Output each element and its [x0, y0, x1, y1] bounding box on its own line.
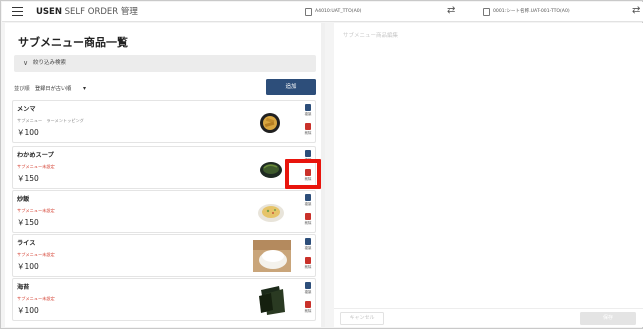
- filter-toggle[interactable]: ∨ 絞り込み検索: [14, 55, 316, 72]
- sort-select[interactable]: 登録日が古い順 ▾: [35, 83, 91, 94]
- delete-label: 削除: [304, 221, 312, 225]
- copy-icon: [305, 104, 311, 111]
- delete-button[interactable]: 削除: [301, 213, 315, 229]
- app-window: USEN SELF ORDER 管理 A4010:UAT_TTO(A0) ⇄ 0…: [0, 0, 643, 329]
- item-price: ￥100: [17, 306, 39, 315]
- sort-label: 並び順: [14, 86, 30, 92]
- copy-button[interactable]: 複製: [301, 104, 315, 120]
- item-name: わかめスープ: [17, 152, 54, 159]
- list-item[interactable]: 海苔 サブメニュー未設定 ￥100 複製 削除: [12, 278, 316, 321]
- filter-label: 絞り込み検索: [33, 60, 67, 66]
- delete-button[interactable]: 削除: [301, 301, 315, 317]
- copy-label: 複製: [304, 202, 312, 206]
- copy-button[interactable]: 複製: [301, 194, 315, 210]
- trash-icon: [305, 213, 311, 220]
- list-item[interactable]: ライス サブメニュー未設定 ￥100 複製 削除: [12, 234, 316, 277]
- list-item[interactable]: メンマ サブメニュー ラーメントッピング ￥100 複製 削除: [12, 100, 316, 143]
- delete-button[interactable]: 削除: [301, 123, 315, 139]
- seat-icon: [483, 8, 490, 16]
- item-name: 炒飯: [17, 196, 30, 203]
- swap-seat-icon[interactable]: ⇄: [632, 5, 640, 17]
- rice-bowl-image: [253, 240, 291, 272]
- item-submenu: サブメニュー ラーメントッピング: [17, 118, 84, 123]
- item-submenu: サブメニュー未設定: [17, 296, 55, 301]
- delete-highlight-box: [285, 159, 321, 189]
- list-item[interactable]: わかめスープ サブメニュー未設定 ￥150 複製 削除: [12, 146, 316, 189]
- add-button[interactable]: 追加: [266, 79, 316, 95]
- delete-label: 削除: [304, 309, 312, 313]
- item-price: ￥150: [17, 174, 39, 183]
- save-button[interactable]: 保存: [580, 312, 636, 325]
- trash-icon: [305, 123, 311, 130]
- copy-label: 複製: [304, 246, 312, 250]
- brand-subtitle: SELF ORDER 管理: [61, 7, 138, 17]
- item-price: ￥100: [17, 262, 39, 271]
- seat-selector[interactable]: 0001:シート名称.UAT-001-TTO(A0): [493, 8, 570, 16]
- list-item[interactable]: 炒飯 サブメニュー未設定 ￥150 複製 削除: [12, 190, 316, 233]
- copy-icon: [305, 238, 311, 245]
- submenu-list-panel: サブメニュー商品一覧 ∨ 絞り込み検索 並び順 登録日が古い順 ▾ 追加 メンマ…: [5, 23, 321, 327]
- menma-bowl-image: [257, 111, 283, 135]
- copy-button[interactable]: 複製: [301, 238, 315, 254]
- trash-icon: [305, 301, 311, 308]
- editor-footer: キャンセル 保存: [334, 308, 643, 327]
- trash-icon: [305, 257, 311, 264]
- submenu-edit-panel: サブメニュー商品編集 キャンセル 保存: [334, 23, 643, 327]
- chevron-down-icon: ∨: [23, 59, 29, 67]
- store-icon: [305, 8, 312, 16]
- store-selector[interactable]: A4010:UAT_TTO(A0): [315, 8, 361, 16]
- item-name: メンマ: [17, 106, 36, 113]
- copy-label: 複製: [304, 290, 312, 294]
- caret-down-icon: ▾: [83, 85, 87, 92]
- wakame-soup-image: [259, 159, 283, 179]
- item-submenu: サブメニュー未設定: [17, 252, 55, 257]
- sort-value: 登録日が古い順: [35, 86, 72, 92]
- copy-icon: [305, 150, 311, 157]
- copy-icon: [305, 282, 311, 289]
- nori-sheets-image: [257, 284, 287, 316]
- item-price: ￥150: [17, 218, 39, 227]
- delete-button[interactable]: 削除: [301, 257, 315, 273]
- copy-icon: [305, 194, 311, 201]
- swap-store-icon[interactable]: ⇄: [447, 5, 455, 17]
- app-title: USEN SELF ORDER 管理: [36, 6, 138, 18]
- editor-title: サブメニュー商品編集: [343, 33, 399, 39]
- fried-rice-image: [257, 200, 285, 224]
- item-price: ￥100: [17, 128, 39, 137]
- item-submenu: サブメニュー未設定: [17, 208, 55, 213]
- hamburger-icon[interactable]: [12, 7, 23, 17]
- cancel-button[interactable]: キャンセル: [340, 312, 384, 325]
- item-name: ライス: [17, 240, 36, 247]
- page-title: サブメニュー商品一覧: [18, 36, 128, 49]
- app-header: USEN SELF ORDER 管理 A4010:UAT_TTO(A0) ⇄ 0…: [2, 2, 643, 22]
- copy-label: 複製: [304, 112, 312, 116]
- brand-name: USEN: [36, 7, 62, 17]
- item-submenu: サブメニュー未設定: [17, 164, 55, 169]
- scrollbar[interactable]: [321, 23, 325, 327]
- delete-label: 削除: [304, 131, 312, 135]
- delete-label: 削除: [304, 265, 312, 269]
- copy-button[interactable]: 複製: [301, 282, 315, 298]
- item-name: 海苔: [17, 284, 30, 291]
